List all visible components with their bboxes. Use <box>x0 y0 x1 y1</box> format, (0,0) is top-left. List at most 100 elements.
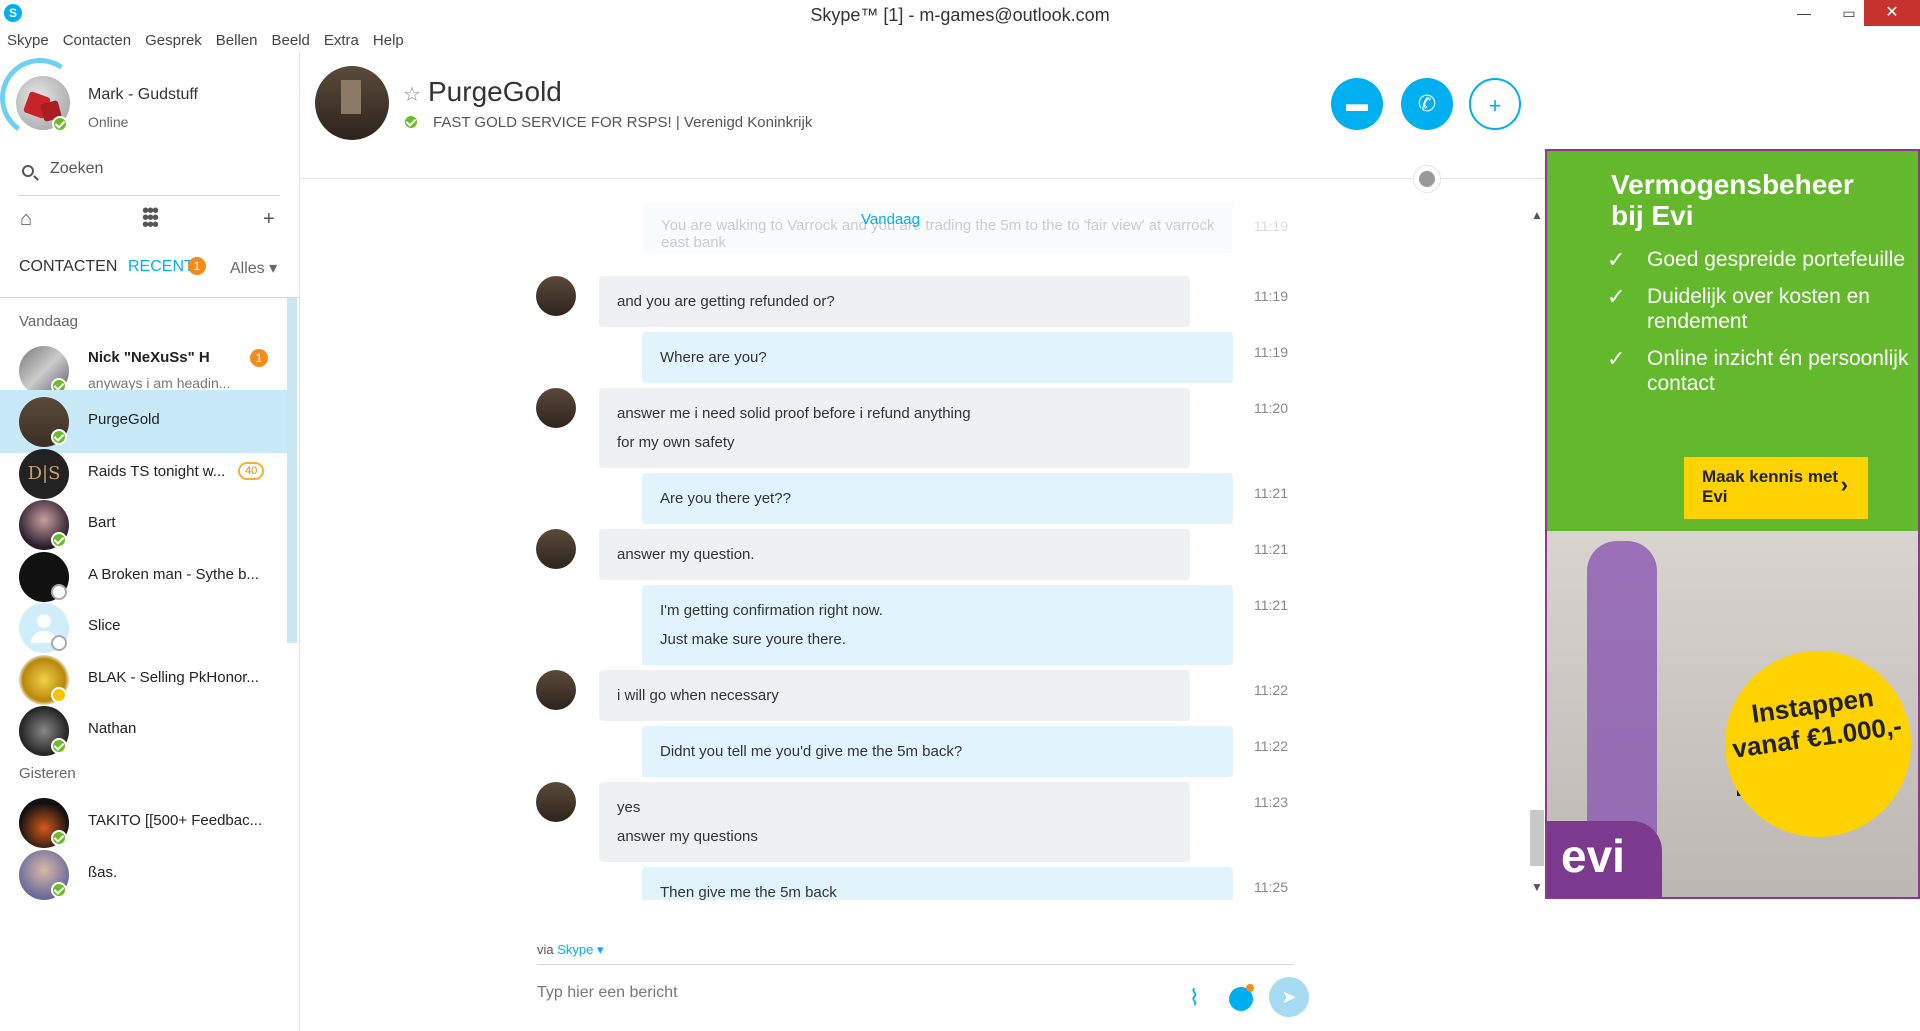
message-text: i will go when necessary <box>617 687 779 704</box>
message-bubble[interactable]: answer me i need solid proof before i re… <box>599 388 1190 468</box>
message-bubble[interactable]: answer my question. <box>599 529 1190 580</box>
message-time: 11:19 <box>1254 288 1288 304</box>
message-time: 11:21 <box>1254 541 1288 557</box>
video-call-button[interactable]: ▬ <box>1331 78 1383 130</box>
message-input[interactable]: Typ hier een bericht <box>537 984 678 1002</box>
message-text: I'm getting confirmation right now. <box>660 602 883 619</box>
profile-name[interactable]: Mark - Gudstuff <box>88 86 198 104</box>
scroll-thumb[interactable] <box>1530 810 1544 866</box>
day-separator: Vandaag <box>861 211 920 228</box>
title-bar: S Skype™ [1] - m-games@outlook.com — ▭ ✕ <box>0 0 1920 30</box>
status-online-icon <box>51 738 67 754</box>
avatar[interactable] <box>315 66 389 140</box>
message-bubble[interactable]: i will go when necessary <box>599 670 1190 721</box>
ad-logo: evi <box>1547 821 1662 897</box>
message-time: 11:21 <box>1254 485 1288 501</box>
message-time: 11:22 <box>1254 738 1288 754</box>
contact-item[interactable]: ßas. <box>0 843 287 906</box>
minimize-button[interactable]: — <box>1781 0 1827 26</box>
group-label-yesterday: Gisteren <box>19 765 76 782</box>
message-text: Just make sure youre there. <box>660 631 846 648</box>
message-bubble[interactable]: Didnt you tell me you'd give me the 5m b… <box>642 726 1233 777</box>
message-time: 11:21 <box>1254 597 1288 613</box>
close-button[interactable]: ✕ <box>1864 0 1920 26</box>
menu-beeld[interactable]: Beeld <box>265 30 317 52</box>
via-selector[interactable]: via Skype ▾ <box>537 942 604 958</box>
search-input[interactable]: Zoeken <box>18 156 280 196</box>
menu-extra[interactable]: Extra <box>317 30 366 52</box>
message-scrollbar[interactable]: ▲ ▼ <box>1527 202 1545 900</box>
message-time: 11:19 <box>1254 344 1288 360</box>
nav-icons: ⌂ ••• ••• ••• + <box>0 201 300 246</box>
message-bubble[interactable]: Are you there yet?? <box>642 473 1233 524</box>
profile[interactable]: Mark - Gudstuff Online <box>0 51 300 147</box>
search-placeholder: Zoeken <box>50 160 104 177</box>
sidebar: Mark - Gudstuff Online Zoeken ⌂ ••• ••• ••… <box>0 51 300 1031</box>
advertisement[interactable]: Vermogensbeheer bij Evi ✓ Goed gespreide … <box>1545 149 1920 899</box>
check-icon: ✓ <box>1607 284 1626 309</box>
menu-contacten[interactable]: Contacten <box>56 30 138 52</box>
contact-last-message: anyways i am headin... <box>88 375 231 391</box>
scroll-down-icon[interactable]: ▼ <box>1531 880 1543 894</box>
ad-headline: Vermogensbeheer bij Evi <box>1611 169 1854 231</box>
message-bubble[interactable]: and you are getting refunded or? <box>599 276 1190 327</box>
status-online-icon <box>52 116 68 132</box>
send-button[interactable]: ➤ <box>1269 977 1309 1017</box>
menu-skype[interactable]: Skype <box>0 30 56 52</box>
via-skype-link[interactable]: Skype ▾ <box>557 942 603 957</box>
ad-bullet-text: Goed gespreide portefeuille <box>1647 248 1906 271</box>
ad-bullet: ✓ Duidelijk over kosten en rendement <box>1607 284 1918 334</box>
ad-bullets: ✓ Goed gespreide portefeuille ✓ Duidelijk … <box>1607 247 1918 408</box>
message-text: Didnt you tell me you'd give me the 5m b… <box>660 743 963 760</box>
ad-cta-label: Maak kennis met Evi <box>1702 467 1839 506</box>
message-bubble[interactable]: Then give me the 5m back <box>642 867 1233 900</box>
conversation-pane: ☆ PurgeGold FAST GOLD SERVICE FOR RSPS! … <box>301 52 1545 1031</box>
message-time: 11:22 <box>1254 682 1288 698</box>
menu-bar: Skype Contacten Gesprek Bellen Beeld Ext… <box>0 30 1920 52</box>
message-bubble[interactable]: yes answer my questions <box>599 782 1190 862</box>
contact-name: Bart <box>88 514 116 531</box>
ad-cta-button[interactable]: Maak kennis met Evi › <box>1684 457 1868 519</box>
chevron-right-icon: › <box>1840 472 1848 497</box>
contact-tabs: CONTACTEN RECENT 1 Alles ▾ <box>0 257 300 298</box>
avatar <box>536 388 576 428</box>
unread-badge: 40 <box>238 462 265 480</box>
conversation-header: ☆ PurgeGold FAST GOLD SERVICE FOR RSPS! … <box>301 52 1545 178</box>
menu-bellen[interactable]: Bellen <box>209 30 265 52</box>
mood-message: FAST GOLD SERVICE FOR RSPS! | Verenigd K… <box>433 114 813 131</box>
paperclip-icon[interactable]: ⌇ <box>1189 985 1200 1011</box>
contact-name: ßas. <box>88 864 118 881</box>
message-text: for my own safety <box>617 434 735 451</box>
add-people-button[interactable]: + <box>1469 78 1521 130</box>
menu-gesprek[interactable]: Gesprek <box>138 30 209 52</box>
contact-name: Raids TS tonight w... <box>88 463 226 480</box>
message-text: answer me i need solid proof before i re… <box>617 405 971 422</box>
emoticon-icon[interactable] <box>1229 984 1254 1011</box>
message-list: You are walking to Varrock and you are t… <box>301 203 1531 900</box>
tab-recent[interactable]: RECENT <box>128 258 194 276</box>
tab-contacten[interactable]: CONTACTEN <box>19 258 117 276</box>
scroll-up-icon[interactable]: ▲ <box>1531 208 1543 222</box>
contact-item[interactable]: Nathan <box>0 699 287 762</box>
profile-status[interactable]: Online <box>88 114 128 130</box>
globe-icon[interactable] <box>1413 165 1441 193</box>
divider <box>301 178 1545 179</box>
avatar <box>536 670 576 710</box>
message-bubble[interactable]: I'm getting confirmation right now. Just… <box>642 585 1233 665</box>
filter-dropdown[interactable]: Alles ▾ <box>230 258 277 278</box>
avatar <box>536 529 576 569</box>
call-button[interactable]: ✆ <box>1401 78 1453 130</box>
home-icon[interactable]: ⌂ <box>20 208 32 231</box>
message-text: Where are you? <box>660 349 767 366</box>
plus-icon[interactable]: + <box>263 208 275 231</box>
search-icon <box>22 165 34 177</box>
contact-list-scrollbar[interactable] <box>287 298 297 643</box>
contact-list: Vandaag Nick "NeXuSs" H anyways i am hea… <box>0 298 300 1031</box>
ad-bullet-text: Duidelijk over kosten en rendement <box>1647 285 1870 333</box>
dialpad-icon[interactable]: ••• ••• ••• <box>142 201 159 235</box>
message-bubble[interactable]: Where are you? <box>642 332 1233 383</box>
menu-help[interactable]: Help <box>366 30 411 52</box>
message-text: Are you there yet?? <box>660 490 791 507</box>
favorite-star-icon[interactable]: ☆ <box>403 82 421 107</box>
check-icon: ✓ <box>1607 247 1626 272</box>
